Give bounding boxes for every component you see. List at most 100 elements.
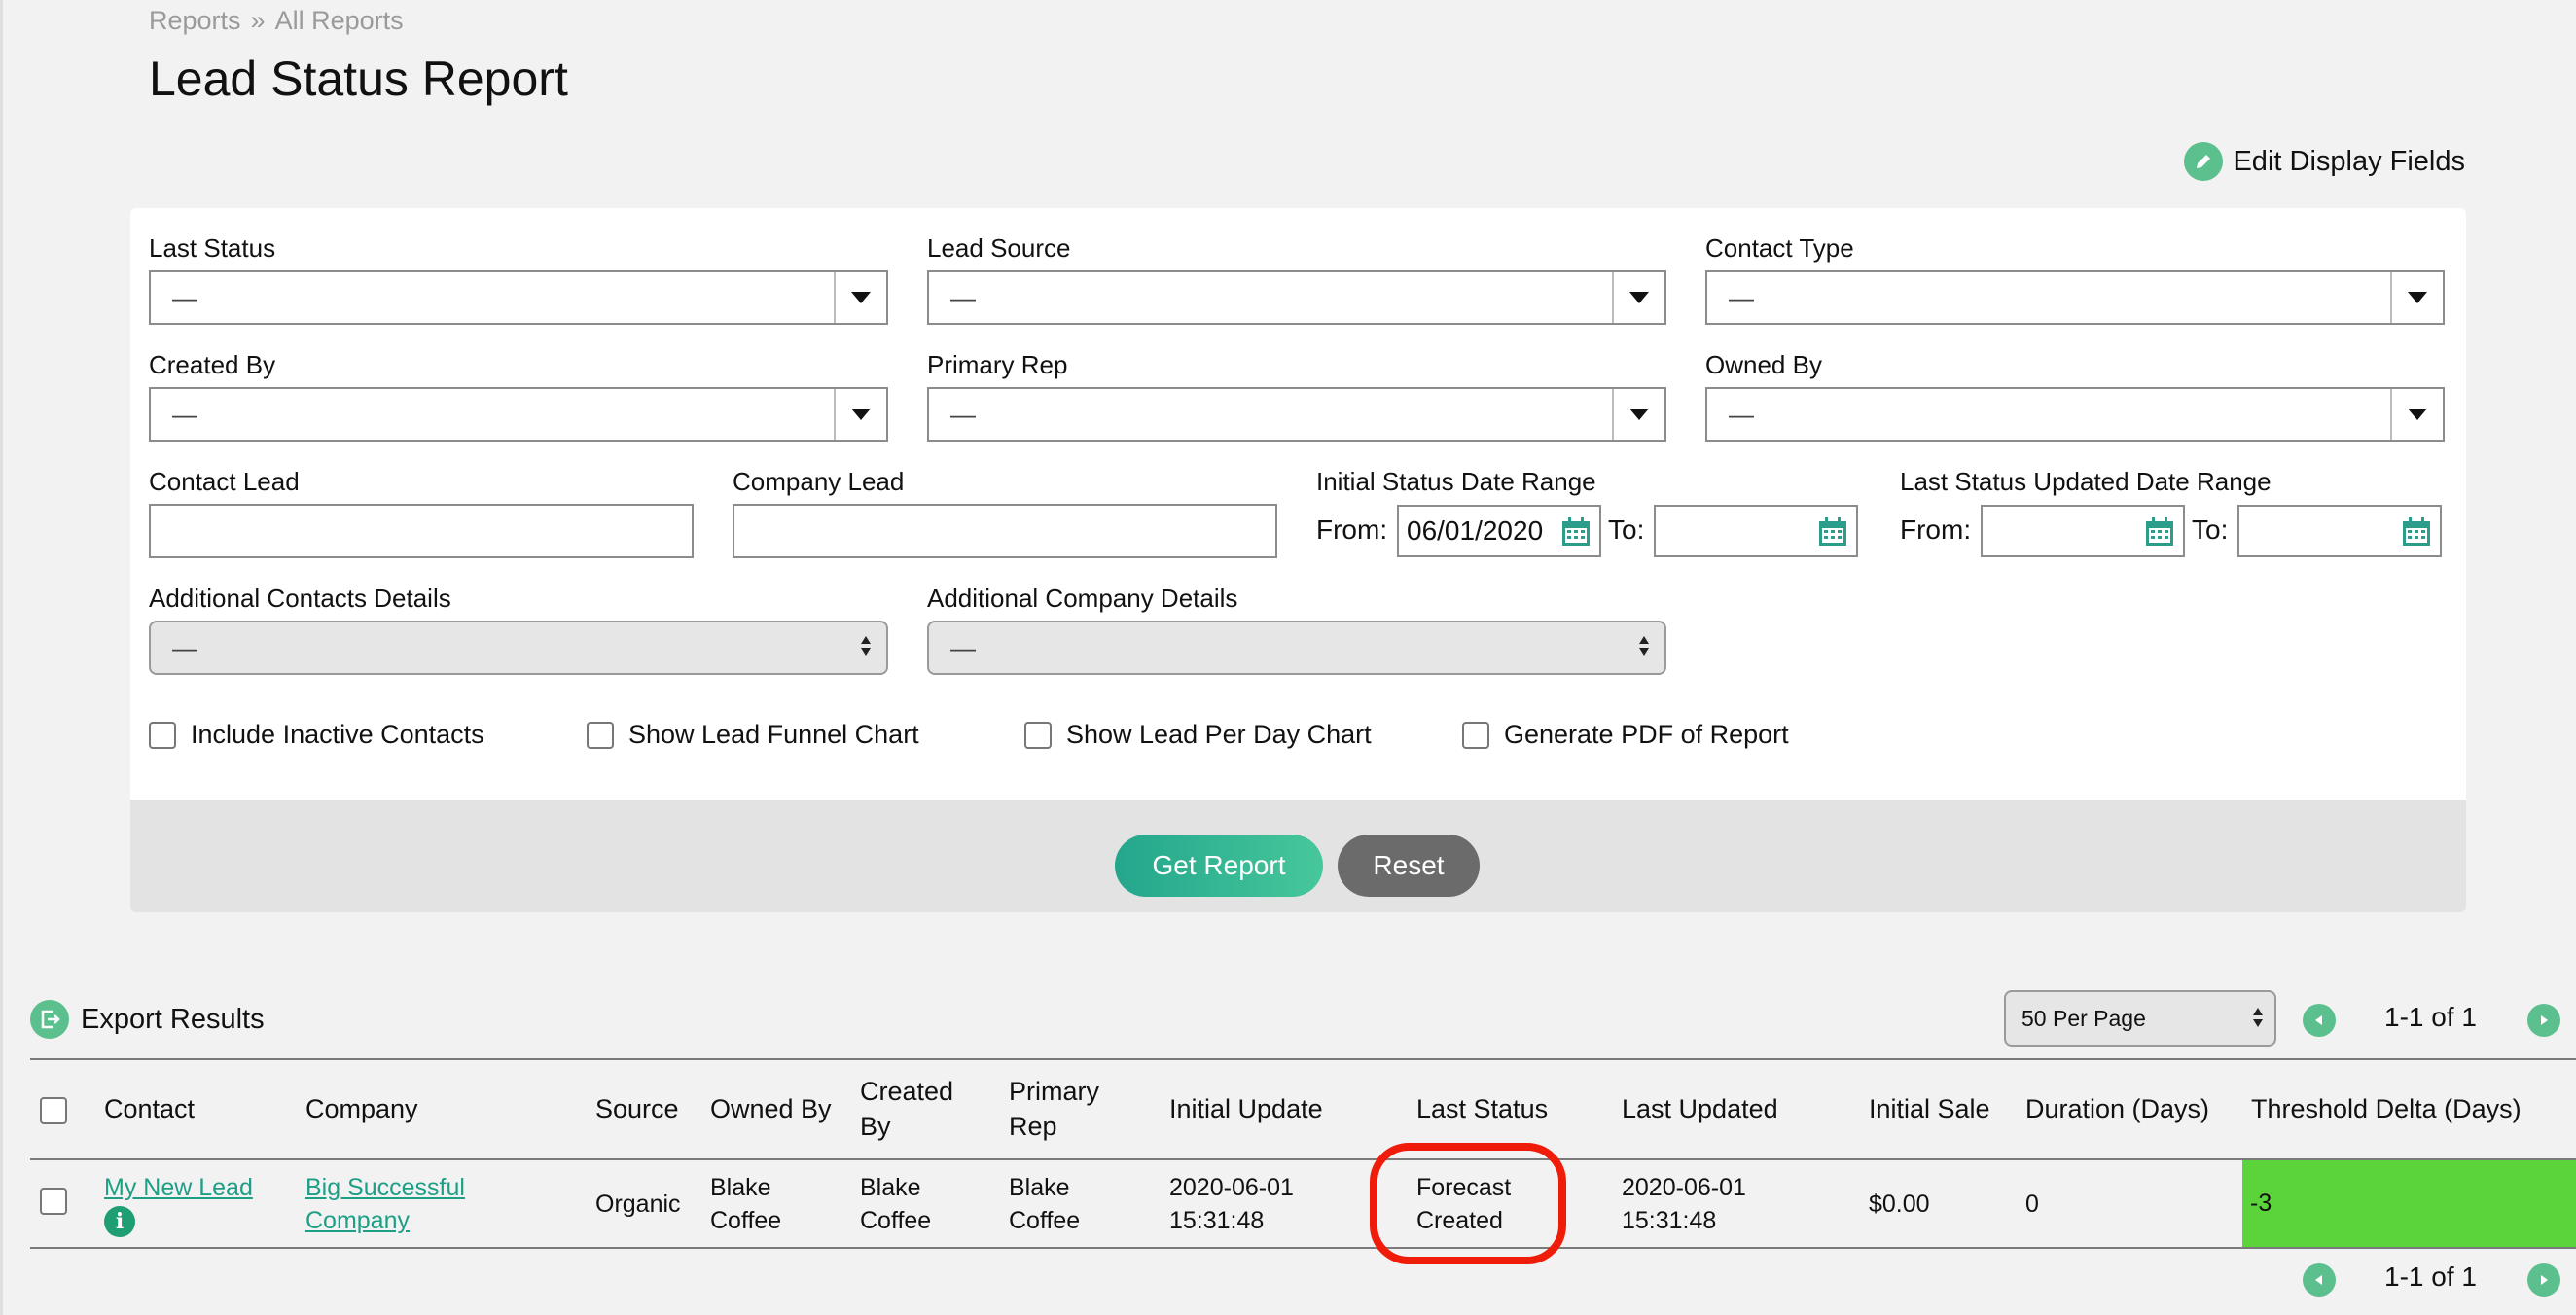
export-results-label: Export Results — [81, 1003, 265, 1035]
page-title: Lead Status Report — [149, 52, 568, 106]
col-last-updated[interactable]: Last Updated — [1622, 1091, 1778, 1126]
initial-from-label: From: — [1316, 515, 1388, 545]
up-down-arrows-icon — [2253, 1008, 2263, 1027]
export-results-button[interactable]: Export Results — [30, 1000, 265, 1039]
breadcrumb-all-reports[interactable]: All Reports — [275, 6, 404, 35]
table-header-border — [30, 1058, 2576, 1060]
include-inactive-checkbox[interactable] — [149, 721, 176, 749]
col-owned-by[interactable]: Owned By — [710, 1091, 832, 1126]
col-primary-rep-line2: Rep — [1009, 1112, 1057, 1141]
per-day-chart-checkbox-row[interactable]: Show Lead Per Day Chart — [1024, 720, 1372, 750]
include-inactive-label: Include Inactive Contacts — [191, 720, 484, 749]
per-day-chart-checkbox[interactable] — [1024, 721, 1052, 749]
company-lead-input[interactable] — [733, 504, 1277, 558]
primary-rep-value: — — [950, 399, 976, 429]
initial-from-date-input[interactable]: 06/01/2020 — [1397, 505, 1601, 557]
cell-owned-by-line1: Blake — [710, 1174, 771, 1201]
generate-pdf-checkbox[interactable] — [1462, 721, 1489, 749]
company-link-line1: Big Successful — [305, 1174, 465, 1201]
funnel-chart-checkbox-row[interactable]: Show Lead Funnel Chart — [587, 720, 919, 750]
breadcrumb: Reports » All Reports — [149, 6, 404, 36]
col-last-status[interactable]: Last Status — [1416, 1091, 1548, 1126]
col-primary-rep[interactable]: Primary Rep — [1009, 1074, 1099, 1144]
calendar-icon[interactable] — [2401, 516, 2432, 548]
pencil-icon — [2184, 142, 2224, 181]
contact-type-select[interactable]: — — [1705, 270, 2445, 325]
filter-actions-bar: Get Report Reset — [130, 800, 2466, 912]
funnel-chart-label: Show Lead Funnel Chart — [628, 720, 919, 749]
col-created-by[interactable]: Created By — [860, 1074, 953, 1144]
last-from-date-input[interactable] — [1981, 505, 2185, 557]
prev-page-icon[interactable] — [2303, 1004, 2336, 1037]
cell-initial-sale: $0.00 — [1869, 1191, 1930, 1218]
contact-type-label: Contact Type — [1705, 233, 1854, 263]
last-status-label: Last Status — [149, 233, 276, 263]
next-page-icon[interactable] — [2527, 1004, 2560, 1037]
initial-to-date-input[interactable] — [1654, 505, 1858, 557]
per-page-select[interactable]: 50 Per Page — [2004, 990, 2276, 1047]
edit-display-fields-button[interactable]: Edit Display Fields — [2184, 142, 2465, 181]
primary-rep-select[interactable]: — — [927, 387, 1666, 442]
contact-lead-input[interactable] — [149, 504, 694, 558]
col-contact[interactable]: Contact — [104, 1091, 195, 1126]
company-link[interactable]: Big Successful Company — [305, 1171, 465, 1237]
additional-contacts-select[interactable]: — — [149, 621, 888, 675]
col-company[interactable]: Company — [305, 1091, 418, 1126]
owned-by-label: Owned By — [1705, 350, 1822, 379]
owned-by-select[interactable]: — — [1705, 387, 2445, 442]
contact-link[interactable]: My New Lead — [104, 1171, 253, 1204]
results-table: Contact Company Source Owned By Created … — [30, 1058, 2576, 1249]
last-to-date-input[interactable] — [2237, 505, 2442, 557]
last-to-label: To: — [2192, 515, 2229, 545]
col-initial-update[interactable]: Initial Update — [1169, 1091, 1323, 1126]
get-report-button[interactable]: Get Report — [1115, 835, 1323, 897]
calendar-icon[interactable] — [1560, 516, 1592, 548]
company-lead-label: Company Lead — [733, 467, 905, 496]
initial-status-range-label: Initial Status Date Range — [1316, 467, 1596, 496]
owned-by-value: — — [1729, 399, 1754, 429]
col-source[interactable]: Source — [595, 1091, 679, 1126]
up-down-arrows-icon — [861, 636, 871, 656]
cell-threshold-delta: -3 — [2242, 1160, 2576, 1247]
chevron-down-icon — [1612, 272, 1664, 323]
filter-panel: Last Status — Lead Source — Contact Type… — [130, 208, 2466, 912]
calendar-icon[interactable] — [2144, 516, 2175, 548]
reset-button[interactable]: Reset — [1338, 835, 1480, 897]
cell-initial-update-time: 15:31:48 — [1169, 1207, 1265, 1234]
cell-created-by: Blake Coffee — [860, 1171, 931, 1237]
lead-source-select[interactable]: — — [927, 270, 1666, 325]
row-select-checkbox[interactable] — [40, 1188, 67, 1215]
prev-page-icon-bottom[interactable] — [2303, 1263, 2336, 1297]
additional-contacts-label: Additional Contacts Details — [149, 584, 451, 613]
col-primary-rep-line1: Primary — [1009, 1077, 1099, 1106]
cell-last-updated: 2020-06-01 15:31:48 — [1622, 1171, 1746, 1237]
breadcrumb-separator: » — [250, 6, 266, 35]
cell-created-by-line2: Coffee — [860, 1207, 932, 1234]
cell-last-updated-time: 15:31:48 — [1622, 1207, 1717, 1234]
cell-created-by-line1: Blake — [860, 1174, 921, 1201]
pagination-range-top: 1-1 of 1 — [2384, 1002, 2477, 1032]
additional-company-label: Additional Company Details — [927, 584, 1238, 613]
funnel-chart-checkbox[interactable] — [587, 721, 614, 749]
col-duration[interactable]: Duration (Days) — [2025, 1091, 2209, 1126]
pagination-range-bottom: 1-1 of 1 — [2384, 1262, 2477, 1292]
last-status-select[interactable]: — — [149, 270, 888, 325]
additional-company-select[interactable]: — — [927, 621, 1666, 675]
generate-pdf-checkbox-row[interactable]: Generate PDF of Report — [1462, 720, 1789, 750]
highlight-annotation — [1370, 1143, 1566, 1264]
last-status-range-label: Last Status Updated Date Range — [1900, 467, 2272, 496]
next-page-icon-bottom[interactable] — [2527, 1263, 2560, 1297]
window-left-edge — [0, 0, 3, 1315]
table-row-border — [30, 1158, 2576, 1160]
last-from-label: From: — [1900, 515, 1972, 545]
col-threshold-delta[interactable]: Threshold Delta (Days) — [2251, 1091, 2522, 1126]
info-icon[interactable]: i — [104, 1206, 135, 1237]
chevron-down-icon — [834, 389, 886, 440]
created-by-select[interactable]: — — [149, 387, 888, 442]
col-initial-sale[interactable]: Initial Sale — [1869, 1091, 1990, 1126]
calendar-icon[interactable] — [1817, 516, 1848, 548]
breadcrumb-reports[interactable]: Reports — [149, 6, 241, 35]
include-inactive-checkbox-row[interactable]: Include Inactive Contacts — [149, 720, 484, 750]
select-all-checkbox[interactable] — [40, 1097, 67, 1124]
cell-primary-rep-line2: Coffee — [1009, 1207, 1081, 1234]
